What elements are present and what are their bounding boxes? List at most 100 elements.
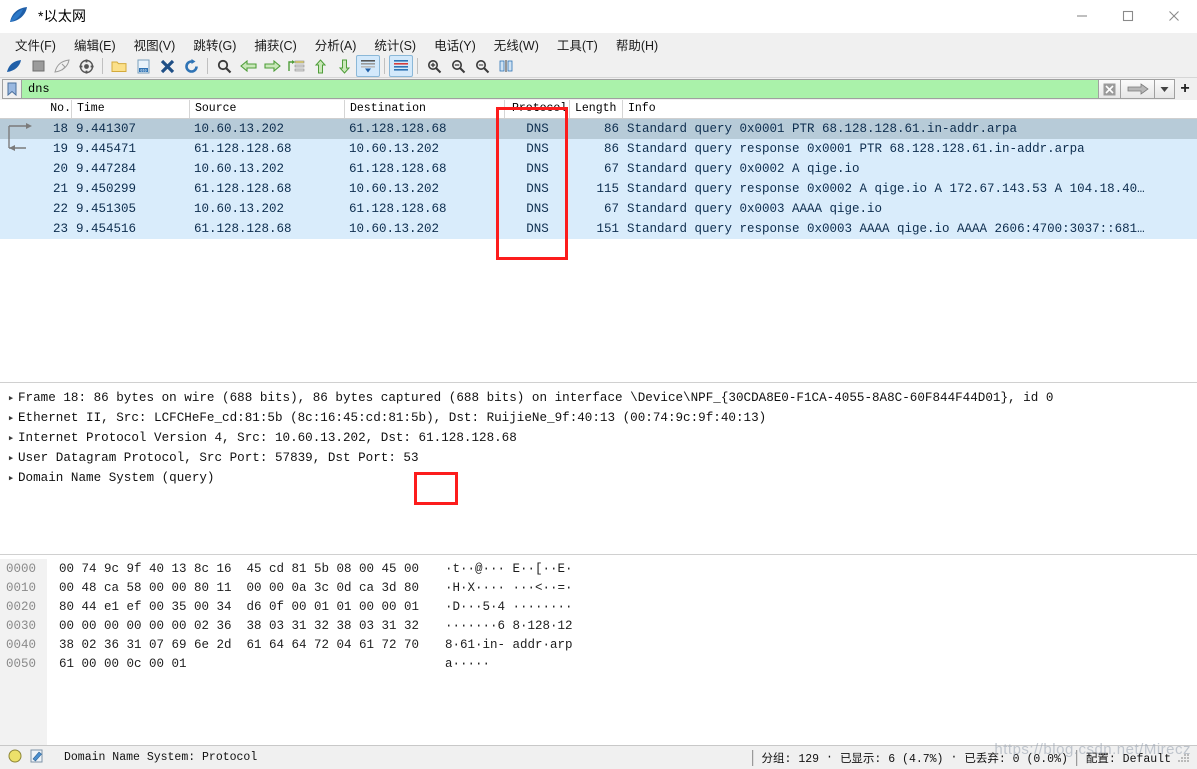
column-header-destination[interactable]: Destination (345, 100, 505, 118)
cell-destination: 61.128.128.68 (349, 202, 447, 216)
menu-capture[interactable]: 捕获(C) (245, 33, 305, 56)
filter-dropdown-icon[interactable] (1155, 79, 1175, 99)
menu-telephony[interactable]: 电话(Y) (425, 33, 485, 56)
find-packet-icon[interactable] (212, 55, 236, 77)
cell-info: Standard query 0x0003 AAAA qige.io (627, 202, 883, 216)
column-header-time[interactable]: Time (72, 100, 190, 118)
hex-row[interactable]: 0030 00 00 00 00 00 00 02 36 38 03 31 32… (0, 616, 1197, 635)
resize-grip-icon[interactable] (1175, 751, 1189, 765)
detail-row-ethernet[interactable]: ▸ Ethernet II, Src: LCFCHeFe_cd:81:5b (8… (0, 408, 1197, 428)
menu-go[interactable]: 跳转(G) (184, 33, 245, 56)
chevron-right-icon[interactable]: ▸ (4, 471, 18, 485)
apply-filter-icon[interactable] (1121, 79, 1155, 99)
detail-row-ipv4[interactable]: ▸ Internet Protocol Version 4, Src: 10.6… (0, 428, 1197, 448)
open-file-icon[interactable] (107, 55, 131, 77)
table-row[interactable]: 22 9.451305 10.60.13.202 61.128.128.68 D… (0, 199, 1197, 219)
cell-time: 9.454516 (76, 222, 137, 236)
detail-row-label: Ethernet II, Src: LCFCHeFe_cd:81:5b (8c:… (18, 411, 767, 425)
packet-bytes-pane[interactable]: 0000 00 74 9c 9f 40 13 8c 16 45 cd 81 5b… (0, 555, 1197, 745)
cell-info: Standard query response 0x0001 PTR 68.12… (627, 142, 1085, 156)
hex-row[interactable]: 0040 38 02 36 31 07 69 6e 2d 61 64 64 72… (0, 635, 1197, 654)
capture-comment-icon[interactable] (30, 749, 44, 767)
go-to-packet-icon[interactable] (284, 55, 308, 77)
cell-time: 9.441307 (76, 122, 137, 136)
table-row[interactable]: 21 9.450299 61.128.128.68 10.60.13.202 D… (0, 179, 1197, 199)
menu-tools[interactable]: 工具(T) (548, 33, 607, 56)
status-packets-count: 分组: 129 (761, 752, 820, 766)
column-header-protocol[interactable]: Protocol (505, 100, 570, 118)
zoom-reset-icon[interactable] (470, 55, 494, 77)
table-row[interactable]: 23 9.454516 61.128.128.68 10.60.13.202 D… (0, 219, 1197, 239)
menu-file[interactable]: 文件(F) (6, 33, 65, 56)
column-header-length[interactable]: Length (570, 100, 623, 118)
menu-help[interactable]: 帮助(H) (607, 33, 667, 56)
go-forward-icon[interactable] (260, 55, 284, 77)
menu-view[interactable]: 视图(V) (125, 33, 185, 56)
detail-row-frame[interactable]: ▸ Frame 18: 86 bytes on wire (688 bits),… (0, 388, 1197, 408)
add-filter-button-icon[interactable]: + (1175, 79, 1195, 99)
save-file-icon[interactable]: 010 (131, 55, 155, 77)
detail-row-dns[interactable]: ▸ Domain Name System (query) (0, 468, 1197, 488)
close-button[interactable] (1151, 0, 1197, 33)
minimize-button[interactable] (1059, 0, 1105, 33)
expert-info-yellow-icon[interactable] (8, 749, 22, 767)
go-to-first-icon[interactable] (308, 55, 332, 77)
chevron-right-icon[interactable]: ▸ (4, 451, 18, 465)
restart-capture-icon[interactable] (50, 55, 74, 77)
status-separator (751, 749, 754, 766)
toolbar-separator (417, 58, 418, 74)
column-header-source[interactable]: Source (190, 100, 345, 118)
wireshark-fin-icon (8, 6, 30, 26)
table-row[interactable]: 18 9.441307 10.60.13.202 61.128.128.68 D… (0, 119, 1197, 139)
maximize-button[interactable] (1105, 0, 1151, 33)
status-dropped-count: 已丢弃: 0 (0.0%) (964, 752, 1068, 766)
table-row[interactable]: 19 9.445471 61.128.128.68 10.60.13.202 D… (0, 139, 1197, 159)
display-filter-input[interactable]: dns (21, 79, 1099, 99)
zoom-in-icon[interactable] (422, 55, 446, 77)
hex-row[interactable]: 0010 00 48 ca 58 00 00 80 11 00 00 0a 3c… (0, 578, 1197, 597)
close-file-icon[interactable] (155, 55, 179, 77)
column-header-info[interactable]: Info (623, 100, 1197, 118)
cell-source: 61.128.128.68 (194, 142, 292, 156)
stop-capture-icon[interactable] (26, 55, 50, 77)
hex-bytes: 80 44 e1 ef 00 35 00 34 d6 0f 00 01 01 0… (59, 599, 420, 614)
detail-row-udp[interactable]: ▸ User Datagram Protocol, Src Port: 5783… (0, 448, 1197, 468)
bookmark-icon[interactable] (2, 79, 21, 99)
chevron-right-icon[interactable]: ▸ (4, 391, 18, 405)
menu-statistics[interactable]: 统计(S) (365, 33, 425, 56)
chevron-right-icon[interactable]: ▸ (4, 431, 18, 445)
cell-source: 10.60.13.202 (194, 202, 285, 216)
menu-analyze[interactable]: 分析(A) (306, 33, 366, 56)
colorize-icon[interactable] (389, 55, 413, 77)
cell-no: 20 (52, 162, 68, 176)
chevron-right-icon[interactable]: ▸ (4, 411, 18, 425)
status-dot: · (950, 751, 958, 764)
cell-source: 61.128.128.68 (194, 182, 292, 196)
table-row[interactable]: 20 9.447284 10.60.13.202 61.128.128.68 D… (0, 159, 1197, 179)
column-header-no[interactable]: No. (0, 100, 72, 118)
hex-row[interactable]: 0050 61 00 00 0c 00 01 a····· (0, 654, 1197, 673)
go-to-last-icon[interactable] (332, 55, 356, 77)
menu-edit[interactable]: 编辑(E) (65, 33, 125, 56)
capture-options-icon[interactable] (74, 55, 98, 77)
clear-filter-icon[interactable] (1099, 79, 1121, 99)
detail-row-label: User Datagram Protocol, Src Port: 57839,… (18, 451, 419, 465)
status-profile[interactable]: 配置: Default (1086, 750, 1171, 766)
menu-wireless[interactable]: 无线(W) (485, 33, 548, 56)
packet-details-pane[interactable]: ▸ Frame 18: 86 bytes on wire (688 bits),… (0, 383, 1197, 555)
hex-ascii: 8·61·in- addr·arp (445, 637, 573, 652)
reload-file-icon[interactable] (179, 55, 203, 77)
cell-no: 23 (52, 222, 68, 236)
start-capture-icon[interactable] (2, 55, 26, 77)
auto-scroll-icon[interactable] (356, 55, 380, 77)
resize-columns-icon[interactable] (494, 55, 518, 77)
go-back-icon[interactable] (236, 55, 260, 77)
cell-time: 9.445471 (76, 142, 137, 156)
packet-list-pane[interactable]: No. Time Source Destination Protocol Len… (0, 100, 1197, 383)
hex-row[interactable]: 0020 80 44 e1 ef 00 35 00 34 d6 0f 00 01… (0, 597, 1197, 616)
hex-row[interactable]: 0000 00 74 9c 9f 40 13 8c 16 45 cd 81 5b… (0, 559, 1197, 578)
main-toolbar: 010 (0, 55, 1197, 78)
status-bar-right: 分组: 129 · 已显示: 6 (4.7%) · 已丢弃: 0 (0.0%) … (744, 749, 1197, 766)
zoom-out-icon[interactable] (446, 55, 470, 77)
cell-length: 67 (603, 202, 619, 216)
